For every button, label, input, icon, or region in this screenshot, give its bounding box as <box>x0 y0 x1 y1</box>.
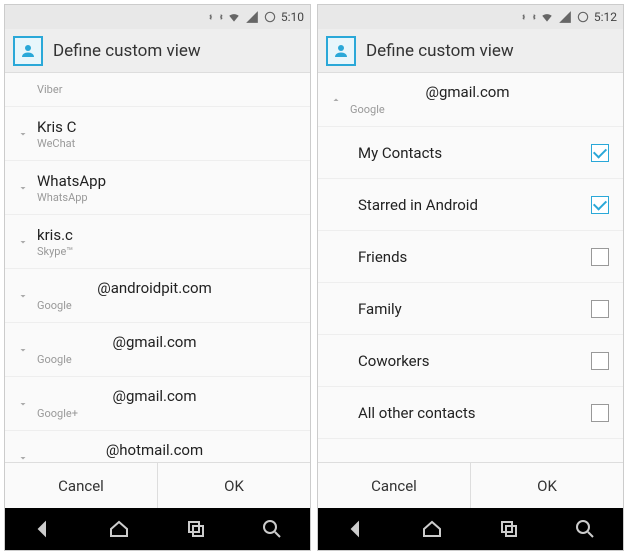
group-item[interactable]: My Contacts <box>318 127 623 179</box>
account-source: WhatsApp <box>37 191 300 204</box>
status-bar: 5:10 <box>5 5 310 29</box>
contact-name: Kris C <box>37 118 300 136</box>
page-title: Define custom view <box>53 41 201 61</box>
back-icon[interactable] <box>31 517 55 541</box>
dialog-buttons: Cancel OK <box>318 462 623 508</box>
vibrate-icon <box>522 10 536 24</box>
account-list[interactable]: Viber Kris C WeChat WhatsApp WhatsApp kr… <box>5 73 310 462</box>
title-bar: Define custom view <box>318 29 623 73</box>
contact-name: kris.c <box>37 226 300 244</box>
recent-icon[interactable] <box>497 517 521 541</box>
group-item[interactable]: Family <box>318 283 623 335</box>
group-label: Family <box>358 300 591 318</box>
group-label: Friends <box>358 248 591 266</box>
search-icon[interactable] <box>573 517 597 541</box>
group-label: Coworkers <box>358 352 591 370</box>
wifi-icon <box>540 10 554 24</box>
status-time: 5:12 <box>594 10 617 24</box>
account-source: Viber <box>37 83 300 96</box>
account-email: @androidpit.com <box>9 279 300 297</box>
contact-name: WhatsApp <box>37 172 300 190</box>
recent-icon[interactable] <box>184 517 208 541</box>
search-icon[interactable] <box>260 517 284 541</box>
app-icon <box>13 36 43 66</box>
battery-icon <box>576 10 590 24</box>
list-item[interactable]: @gmail.com Google+ <box>5 377 310 431</box>
nav-bar <box>5 508 310 550</box>
group-label: Starred in Android <box>358 196 591 214</box>
list-item[interactable]: @gmail.com Google <box>5 323 310 377</box>
account-source: Google+ <box>37 407 300 420</box>
account-source: WeChat <box>37 137 300 150</box>
chevron-down-icon <box>9 236 37 248</box>
group-item[interactable]: Coworkers <box>318 335 623 387</box>
account-source: Google <box>37 299 300 312</box>
group-label: My Contacts <box>358 144 591 162</box>
signal-icon <box>558 10 572 24</box>
vibrate-icon <box>209 10 223 24</box>
group-checkbox[interactable] <box>591 404 609 422</box>
list-item[interactable]: WhatsApp WhatsApp <box>5 161 310 215</box>
nav-bar <box>318 508 623 550</box>
group-list[interactable]: @gmail.com Google My Contacts Starred in… <box>318 73 623 462</box>
list-item[interactable]: @hotmail.com Corporate <box>5 431 310 462</box>
list-item[interactable]: kris.c Skype™ <box>5 215 310 269</box>
home-icon[interactable] <box>420 517 444 541</box>
dialog-buttons: Cancel OK <box>5 462 310 508</box>
title-bar: Define custom view <box>5 29 310 73</box>
list-item[interactable]: @androidpit.com Google <box>5 269 310 323</box>
account-email: @gmail.com <box>9 333 300 351</box>
battery-icon <box>263 10 277 24</box>
group-checkbox[interactable] <box>591 300 609 318</box>
account-source: Google <box>350 103 613 116</box>
list-item[interactable]: Kris C WeChat <box>5 107 310 161</box>
cancel-button[interactable]: Cancel <box>318 463 470 508</box>
account-header[interactable]: @gmail.com Google <box>318 73 623 127</box>
signal-icon <box>245 10 259 24</box>
wifi-icon <box>227 10 241 24</box>
account-email: @gmail.com <box>9 387 300 405</box>
group-item[interactable]: All other contacts <box>318 387 623 439</box>
account-email: @hotmail.com <box>9 441 300 459</box>
back-icon[interactable] <box>344 517 368 541</box>
cancel-button[interactable]: Cancel <box>5 463 157 508</box>
status-bar: 5:12 <box>318 5 623 29</box>
group-item[interactable]: Friends <box>318 231 623 283</box>
account-email: @gmail.com <box>322 83 613 101</box>
phone-right: 5:12 Define custom view @gmail.com Googl… <box>317 4 624 551</box>
page-title: Define custom view <box>366 41 514 61</box>
list-item[interactable]: Viber <box>5 73 310 107</box>
phone-left: 5:10 Define custom view Viber Kris C WeC… <box>4 4 311 551</box>
ok-button[interactable]: OK <box>157 463 310 508</box>
account-source: Skype™ <box>37 245 300 258</box>
ok-button[interactable]: OK <box>470 463 623 508</box>
app-icon <box>326 36 356 66</box>
group-checkbox[interactable] <box>591 248 609 266</box>
status-time: 5:10 <box>281 10 304 24</box>
group-checkbox[interactable] <box>591 144 609 162</box>
group-label: All other contacts <box>358 404 591 422</box>
chevron-down-icon <box>9 128 37 140</box>
chevron-down-icon <box>9 182 37 194</box>
home-icon[interactable] <box>107 517 131 541</box>
group-item[interactable]: Starred in Android <box>318 179 623 231</box>
account-source: Google <box>37 353 300 366</box>
group-checkbox[interactable] <box>591 352 609 370</box>
group-checkbox[interactable] <box>591 196 609 214</box>
